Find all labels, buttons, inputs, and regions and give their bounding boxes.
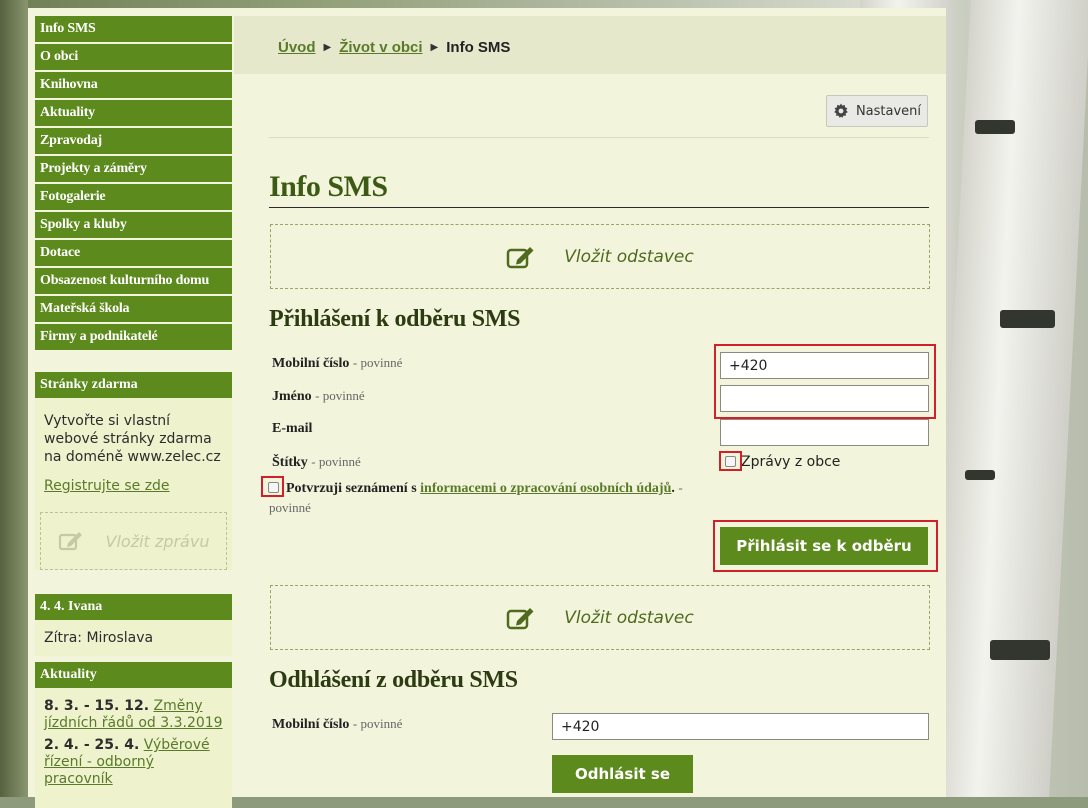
unsubscribe-mobile-label: Mobilní číslo - povinné	[272, 716, 403, 732]
menu-item-knihovna[interactable]: Knihovna	[35, 72, 232, 98]
promo-heading: Stránky zdarma	[35, 372, 232, 398]
page-title: Info SMS	[269, 170, 388, 203]
menu-item-dotace[interactable]: Dotace	[35, 240, 232, 266]
edit-icon	[507, 246, 534, 268]
namedays-heading: 4. 4. Ivana	[35, 594, 232, 620]
insert-message-label: Vložit zprávu	[105, 531, 210, 551]
email-label: E-mail	[272, 421, 313, 436]
mobile-input[interactable]	[720, 352, 929, 379]
email-input[interactable]	[720, 419, 929, 446]
news-item: 2. 4. - 25. 4. Výběrové řízení - odborný…	[35, 732, 232, 788]
news-date: 8. 3. - 15. 12.	[44, 698, 150, 714]
insert-paragraph-button[interactable]: Vložit odstavec	[270, 224, 930, 289]
tag-option-label: Zprávy z obce	[741, 454, 841, 470]
consent-required: povinné	[269, 500, 311, 515]
title-underline	[269, 207, 929, 208]
tag-checkbox[interactable]	[725, 456, 736, 467]
breadcrumb-bar: Úvod ▶ Život v obci ▶ Info SMS	[234, 16, 946, 74]
breadcrumb-home[interactable]: Úvod	[278, 39, 316, 56]
promo-box: Vytvořte si vlastní webové stránky zdarm…	[35, 398, 232, 570]
edit-icon	[58, 532, 82, 551]
breadcrumb-section[interactable]: Život v obci	[339, 39, 422, 56]
menu-item-materska-skola[interactable]: Mateřská škola	[35, 296, 232, 322]
breadcrumb-current: Info SMS	[446, 39, 511, 56]
breadcrumb: Úvod ▶ Život v obci ▶ Info SMS	[278, 39, 510, 56]
menu-item-projekty[interactable]: Projekty a záměry	[35, 156, 232, 182]
namedays-tomorrow: Zítra: Miroslava	[44, 630, 154, 646]
sidebar: Info SMS O obci Knihovna Aktuality Zprav…	[35, 16, 232, 808]
menu-item-obsazenost[interactable]: Obsazenost kulturního domu	[35, 268, 232, 294]
tags-label: Štítky - povinné	[272, 454, 361, 470]
unsubscribe-button[interactable]: Odhlásit se	[552, 755, 693, 793]
name-input[interactable]	[720, 385, 929, 412]
settings-button[interactable]: Nastavení	[826, 95, 928, 127]
menu-item-firmy[interactable]: Firmy a podnikatelé	[35, 324, 232, 350]
gear-icon	[834, 103, 848, 118]
subscribe-button[interactable]: Přihlásit se k odběru	[720, 527, 928, 565]
consent-checkbox[interactable]	[268, 482, 279, 493]
menu-item-zpravodaj[interactable]: Zpravodaj	[35, 128, 232, 154]
unsubscribe-mobile-input[interactable]	[552, 713, 929, 740]
menu-item-o-obci[interactable]: O obci	[35, 44, 232, 70]
menu-item-fotogalerie[interactable]: Fotogalerie	[35, 184, 232, 210]
settings-label: Nastavení	[855, 103, 922, 119]
consent-text: Potvrzuji seznámení s informacemi o zpra…	[286, 480, 683, 496]
news-item: 8. 3. - 15. 12. Změny jízdních řádů od 3…	[35, 688, 232, 732]
insert-paragraph-button[interactable]: Vložit odstavec	[270, 585, 930, 650]
subscribe-heading: Přihlášení k odběru SMS	[269, 306, 521, 332]
news-date: 2. 4. - 25. 4.	[44, 737, 140, 753]
menu-item-spolky[interactable]: Spolky a kluby	[35, 212, 232, 238]
mobile-label: Mobilní číslo - povinné	[272, 355, 403, 371]
news-heading: Aktuality	[35, 662, 232, 688]
main-menu: Info SMS O obci Knihovna Aktuality Zprav…	[35, 16, 232, 350]
name-label: Jméno - povinné	[272, 388, 365, 404]
menu-item-aktuality[interactable]: Aktuality	[35, 100, 232, 126]
insert-paragraph-label: Vložit odstavec	[564, 246, 694, 267]
divider	[269, 137, 929, 138]
register-link[interactable]: Registrujte se zde	[35, 472, 232, 504]
privacy-info-link[interactable]: informacemi o zpracování osobních údajů	[420, 481, 671, 496]
insert-message-button[interactable]: Vložit zprávu	[40, 512, 227, 570]
breadcrumb-separator-icon: ▶	[430, 42, 439, 53]
breadcrumb-separator-icon: ▶	[323, 42, 332, 53]
menu-item-info-sms[interactable]: Info SMS	[35, 16, 232, 42]
insert-paragraph-label: Vložit odstavec	[564, 607, 694, 628]
unsubscribe-heading: Odhlášení z odběru SMS	[269, 667, 518, 693]
promo-text: Vytvořte si vlastní webové stránky zdarm…	[44, 413, 221, 465]
edit-icon	[507, 607, 534, 629]
